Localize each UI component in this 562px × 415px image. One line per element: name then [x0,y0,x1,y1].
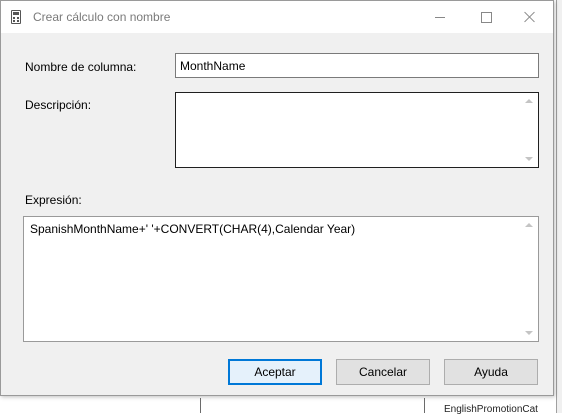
close-icon [524,11,536,23]
expression-scrollbar[interactable] [521,217,538,341]
title-bar[interactable]: Crear cálculo con nombre [1,1,553,33]
column-name-label: Nombre de columna: [25,60,137,74]
scroll-down-icon[interactable] [525,331,533,335]
scroll-up-icon[interactable] [525,99,533,103]
scroll-up-icon[interactable] [525,223,533,227]
cancel-button[interactable]: Cancelar [336,359,430,385]
background-panel-edge [556,0,562,413]
accept-button[interactable]: Aceptar [228,359,322,385]
description-label: Descripción: [25,98,92,112]
minimize-button[interactable] [417,1,463,33]
maximize-button[interactable] [463,1,509,33]
maximize-icon [480,11,492,23]
description-scrollbar[interactable] [521,93,538,167]
description-textarea[interactable] [175,92,539,168]
close-button[interactable] [507,1,553,33]
expression-textarea[interactable]: SpanishMonthName+' '+CONVERT(CHAR(4),Cal… [23,216,539,342]
scroll-down-icon[interactable] [525,157,533,161]
named-calculation-dialog: Crear cálculo con nombre Nombre de colum… [0,0,554,396]
help-button[interactable]: Ayuda [444,359,538,385]
minimize-icon [435,16,445,18]
window-title: Crear cálculo con nombre [33,10,171,24]
calculator-icon [11,10,21,24]
expression-label: Expresión: [25,193,82,207]
background-column-label: EnglishPromotionCat [444,404,538,415]
column-name-input[interactable]: MonthName [175,53,539,78]
background-column-divider [424,398,425,413]
expression-text: SpanishMonthName+' '+CONVERT(CHAR(4),Cal… [30,222,356,236]
